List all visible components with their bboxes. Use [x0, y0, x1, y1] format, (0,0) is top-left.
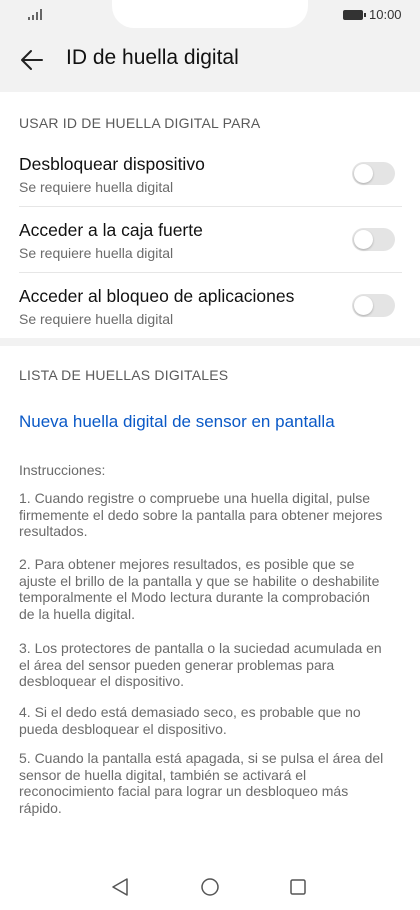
setting-row-app-lock[interactable]: Acceder al bloqueo de aplicaciones Se re…: [0, 286, 420, 350]
triangle-back-icon[interactable]: [111, 877, 129, 897]
use-fingerprint-section: USAR ID DE HUELLA DIGITAL PARA Desbloque…: [0, 92, 420, 338]
system-navbar: [0, 856, 420, 910]
new-fingerprint-link[interactable]: Nueva huella digital de sensor en pantal…: [19, 412, 335, 432]
setting-subtitle: Se requiere huella digital: [19, 245, 174, 261]
unlock-device-toggle[interactable]: [352, 162, 395, 185]
app-header: ID de huella digital: [0, 34, 420, 90]
circle-home-icon[interactable]: [201, 878, 219, 896]
signal-icon: [28, 8, 44, 20]
section-header-use: USAR ID DE HUELLA DIGITAL PARA: [19, 115, 261, 131]
camera-notch: [112, 0, 308, 28]
instruction-item: 1. Cuando registre o compruebe una huell…: [19, 490, 383, 539]
instructions-title: Instrucciones:: [19, 462, 106, 478]
square-recent-icon[interactable]: [290, 879, 306, 895]
setting-title: Acceder al bloqueo de aplicaciones: [19, 286, 295, 306]
app-lock-toggle[interactable]: [352, 294, 395, 317]
setting-subtitle: Se requiere huella digital: [19, 311, 174, 327]
divider: [19, 206, 402, 207]
divider: [19, 272, 402, 273]
setting-subtitle: Se requiere huella digital: [19, 179, 174, 195]
setting-title: Desbloquear dispositivo: [19, 154, 205, 174]
status-bar: 10:00: [0, 0, 420, 34]
safe-access-toggle[interactable]: [352, 228, 395, 251]
instruction-item: 5. Cuando la pantalla está apagada, si s…: [19, 750, 384, 816]
setting-row-unlock-device[interactable]: Desbloquear dispositivo Se requiere huel…: [0, 154, 420, 218]
instruction-item: 4. Si el dedo está demasiado seco, es pr…: [19, 704, 361, 737]
setting-row-safe[interactable]: Acceder a la caja fuerte Se requiere hue…: [0, 220, 420, 284]
battery-icon: [343, 10, 366, 20]
page-title: ID de huella digital: [66, 46, 239, 69]
status-time: 10:00: [369, 7, 402, 22]
instruction-item: 2. Para obtener mejores resultados, es p…: [19, 556, 380, 622]
fingerprint-list-section: LISTA DE HUELLAS DIGITALES Nueva huella …: [0, 346, 420, 856]
section-header-list: LISTA DE HUELLAS DIGITALES: [19, 367, 229, 383]
instruction-item: 3. Los protectores de pantalla o la suci…: [19, 640, 382, 689]
setting-title: Acceder a la caja fuerte: [19, 220, 203, 240]
arrow-left-icon[interactable]: [18, 46, 46, 74]
